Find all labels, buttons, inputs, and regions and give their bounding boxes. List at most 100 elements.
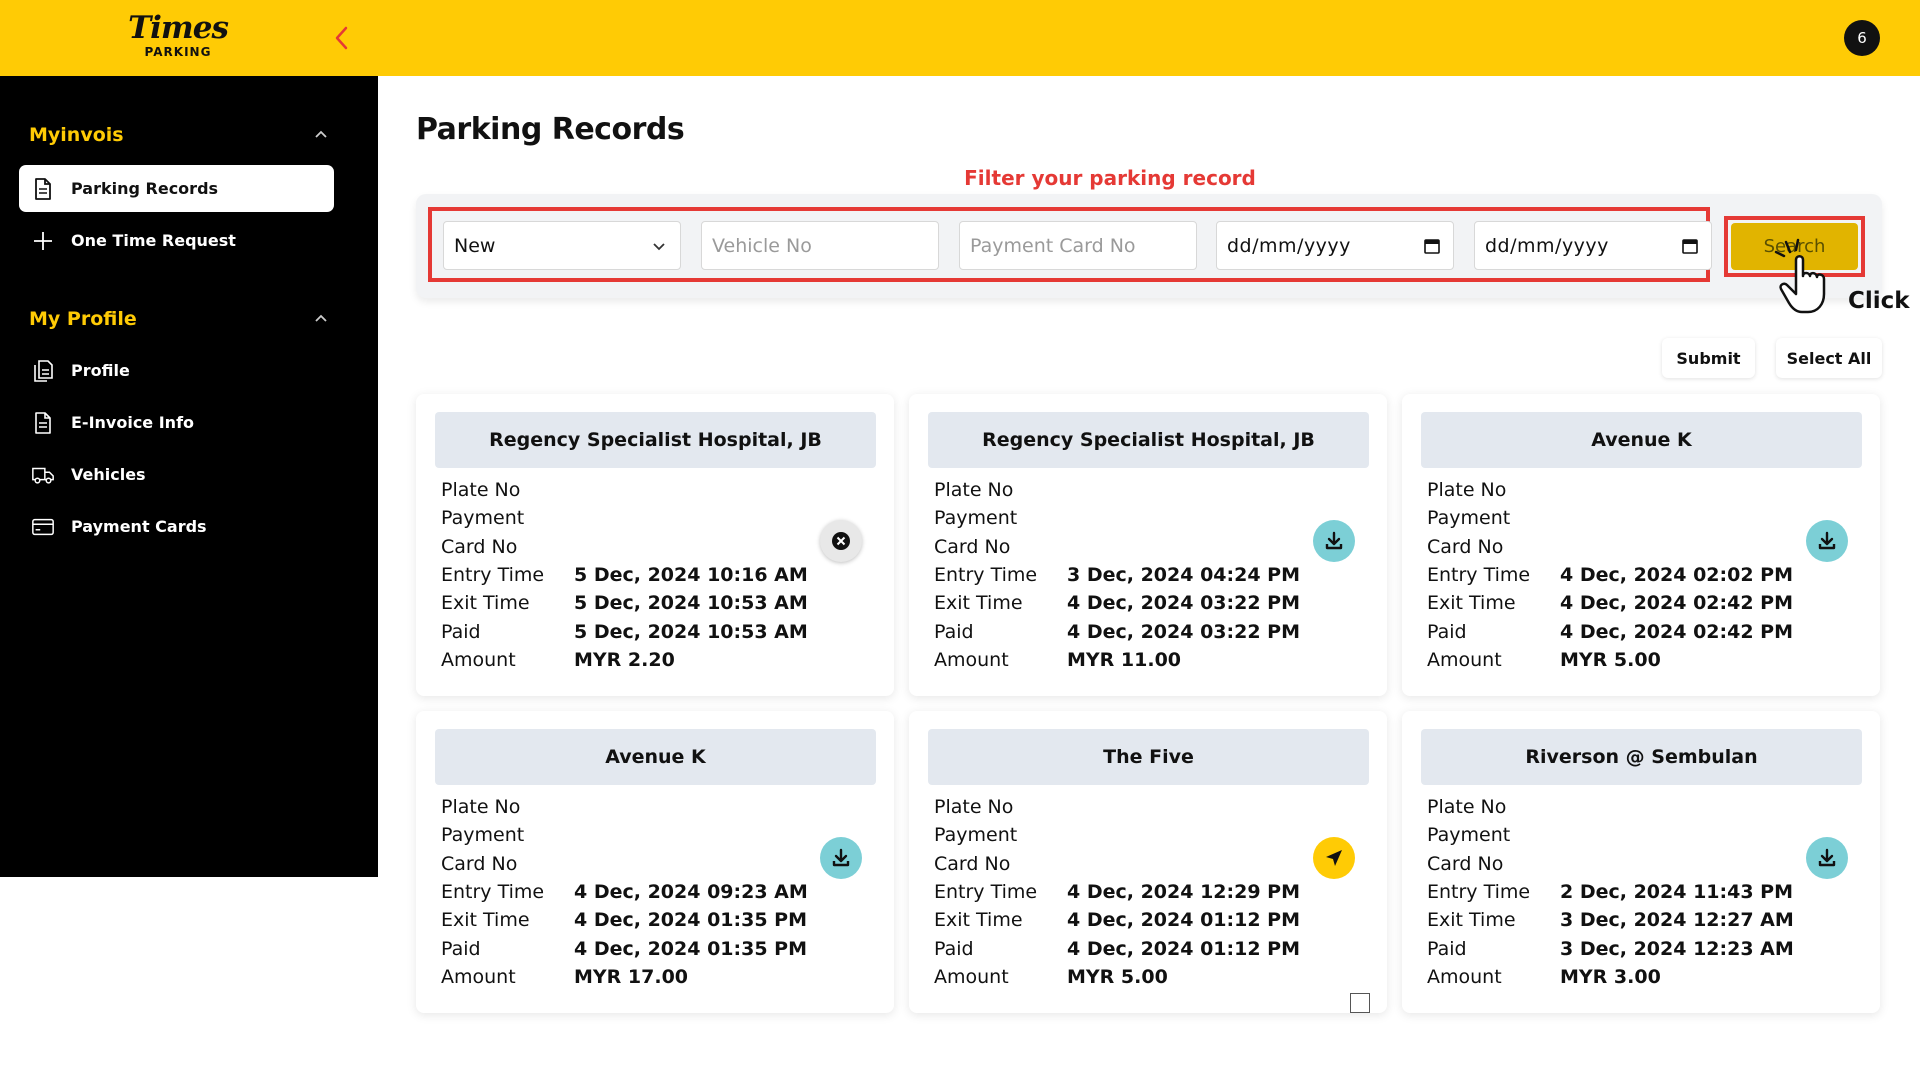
calendar-icon[interactable]	[1679, 235, 1701, 257]
collapse-sidebar-button[interactable]	[330, 24, 354, 52]
record-location: The Five	[928, 729, 1369, 785]
record-label-card: Card No	[1427, 536, 1504, 558]
click-annotation-label: Click	[1848, 288, 1910, 314]
record-label-exit: Exit Time	[1427, 592, 1516, 614]
record-label-card: Card No	[934, 853, 1011, 875]
profile-document-icon	[31, 359, 55, 383]
record-label-card: Card No	[441, 853, 518, 875]
sidebar-item-label: Vehicles	[71, 465, 146, 484]
record-label-paid: Paid	[1427, 938, 1467, 960]
status-select[interactable]: New	[443, 221, 681, 270]
record-value-exit: 5 Dec, 2024 10:53 AM	[574, 592, 808, 614]
record-label-payment: Payment	[934, 507, 1018, 529]
record-card: Regency Specialist Hospital, JB Plate No P…	[909, 394, 1387, 696]
calendar-icon[interactable]	[1421, 235, 1443, 257]
logo-main-text: Times	[128, 10, 229, 46]
record-label-amount: Amount	[934, 966, 1009, 988]
record-value-exit: 4 Dec, 2024 03:22 PM	[1067, 592, 1301, 614]
chevron-left-icon	[335, 26, 348, 50]
record-label-payment: Payment	[441, 507, 525, 529]
record-label-amount: Amount	[1427, 649, 1502, 671]
record-value-exit: 4 Dec, 2024 02:42 PM	[1560, 592, 1794, 614]
section-title-my-profile: My Profile	[29, 308, 137, 330]
download-icon[interactable]	[1806, 837, 1848, 879]
record-select-checkbox[interactable]	[1350, 993, 1370, 1013]
record-label-entry: Entry Time	[934, 564, 1038, 586]
record-label-amount: Amount	[934, 649, 1009, 671]
record-value-amount: MYR 11.00	[1067, 649, 1182, 671]
record-label-entry: Entry Time	[934, 881, 1038, 903]
date-to-input[interactable]: dd/mm/yyyy	[1474, 221, 1712, 270]
record-value-entry: 4 Dec, 2024 09:23 AM	[574, 881, 808, 903]
sidebar-item-profile[interactable]: Profile	[19, 347, 334, 394]
record-value-amount: MYR 3.00	[1560, 966, 1661, 988]
sidebar-section-my-profile[interactable]: My Profile	[29, 304, 329, 334]
record-label-exit: Exit Time	[1427, 909, 1516, 931]
record-value-exit: 4 Dec, 2024 01:12 PM	[1067, 909, 1301, 931]
sidebar-item-e-invoice-info[interactable]: E-Invoice Info	[19, 399, 334, 446]
date-from-input[interactable]: dd/mm/yyyy	[1216, 221, 1454, 270]
select-all-button[interactable]: Select All	[1776, 338, 1882, 378]
record-label-card: Card No	[441, 536, 518, 558]
record-label-payment: Payment	[1427, 507, 1511, 529]
record-label-exit: Exit Time	[441, 592, 530, 614]
sidebar-item-label: Profile	[71, 361, 130, 380]
sidebar-item-label: E-Invoice Info	[71, 413, 195, 432]
record-label-payment: Payment	[934, 824, 1018, 846]
record-label-paid: Paid	[1427, 621, 1467, 643]
cancel-icon[interactable]	[820, 520, 862, 562]
record-card: The Five Plate No Payment Card No Entry Time…	[909, 711, 1387, 1013]
sidebar-item-label: Payment Cards	[71, 517, 207, 536]
record-value-paid: 3 Dec, 2024 12:23 AM	[1560, 938, 1794, 960]
sidebar-item-parking-records[interactable]: Parking Records	[19, 165, 334, 212]
record-label-plate: Plate No	[934, 479, 1014, 501]
sidebar-section-myinvois[interactable]: Myinvois	[29, 120, 329, 150]
record-card: Regency Specialist Hospital, JB Plate No P…	[416, 394, 894, 696]
record-value-entry: 2 Dec, 2024 11:43 PM	[1560, 881, 1794, 903]
vehicle-no-input[interactable]: Vehicle No	[701, 221, 939, 270]
download-icon[interactable]	[820, 837, 862, 879]
record-label-exit: Exit Time	[934, 909, 1023, 931]
record-label-card: Card No	[1427, 853, 1504, 875]
record-value-exit: 3 Dec, 2024 12:27 AM	[1560, 909, 1794, 931]
record-value-paid: 4 Dec, 2024 03:22 PM	[1067, 621, 1301, 643]
record-label-entry: Entry Time	[1427, 881, 1531, 903]
sidebar-item-vehicles[interactable]: Vehicles	[19, 451, 334, 498]
download-icon[interactable]	[1313, 520, 1355, 562]
submit-button[interactable]: Submit	[1662, 338, 1755, 378]
payment-card-no-input[interactable]: Payment Card No	[959, 221, 1197, 270]
plus-icon	[31, 229, 55, 253]
record-card: Avenue K Plate No Payment Card No Entry Time…	[416, 711, 894, 1013]
record-value-amount: MYR 2.20	[574, 649, 675, 671]
record-location: Riverson @ Sembulan	[1421, 729, 1862, 785]
sidebar-item-one-time-request[interactable]: One Time Request	[19, 217, 334, 264]
user-avatar[interactable]: 6	[1844, 20, 1880, 56]
sidebar-item-label: One Time Request	[71, 231, 236, 250]
download-icon[interactable]	[1806, 520, 1848, 562]
sidebar: Myinvois Parking Records One Time Reques…	[0, 76, 378, 877]
record-location: Regency Specialist Hospital, JB	[435, 412, 876, 468]
sidebar-item-label: Parking Records	[71, 179, 219, 198]
record-label-amount: Amount	[441, 966, 516, 988]
filter-annotation-label: Filter your parking record	[964, 166, 1256, 190]
sidebar-item-payment-cards[interactable]: Payment Cards	[19, 503, 334, 550]
payment-card-no-placeholder: Payment Card No	[970, 234, 1136, 257]
record-label-entry: Entry Time	[1427, 564, 1531, 586]
times-parking-logo[interactable]: Times PARKING	[128, 10, 229, 58]
record-label-paid: Paid	[934, 938, 974, 960]
chevron-up-icon	[315, 130, 327, 138]
record-value-paid: 5 Dec, 2024 10:53 AM	[574, 621, 808, 643]
send-icon[interactable]	[1313, 837, 1355, 879]
record-location: Avenue K	[1421, 412, 1862, 468]
date-to-placeholder: dd/mm/yyyy	[1485, 234, 1609, 257]
record-value-exit: 4 Dec, 2024 01:35 PM	[574, 909, 808, 931]
chevron-up-icon	[315, 314, 327, 322]
record-label-plate: Plate No	[934, 796, 1014, 818]
record-value-amount: MYR 17.00	[574, 966, 689, 988]
document-icon	[31, 177, 55, 201]
status-select-value: New	[454, 234, 496, 257]
section-title-myinvois: Myinvois	[29, 124, 124, 146]
record-label-amount: Amount	[1427, 966, 1502, 988]
record-label-amount: Amount	[441, 649, 516, 671]
record-value-entry: 4 Dec, 2024 12:29 PM	[1067, 881, 1301, 903]
